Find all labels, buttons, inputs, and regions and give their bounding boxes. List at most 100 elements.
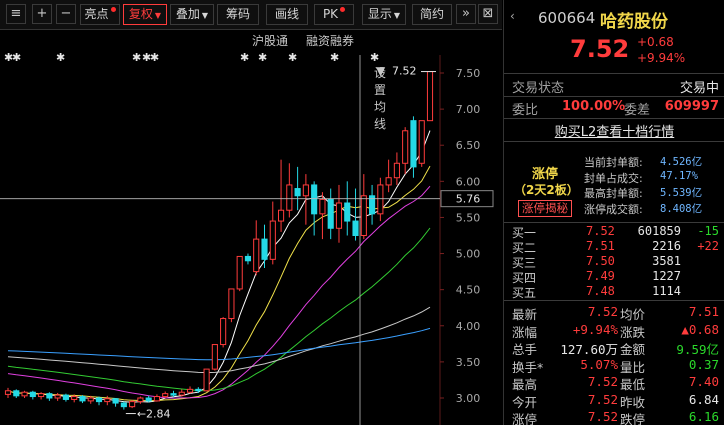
event-marker: ✱ [150, 51, 159, 64]
chart-toolbar: ≡ + − 亮点 复权 ▼ 叠加 ▼ 筹码 画线 PK 显示 ▼ 简约 » ⊠ [0, 0, 502, 30]
wei-bi-value: 100.00% [562, 99, 626, 114]
seal-stat-value: 8.408亿 [660, 202, 703, 215]
candle-body [112, 398, 119, 404]
menu-icon[interactable]: ≡ [6, 4, 26, 24]
zoom-in-icon[interactable]: + [32, 4, 52, 24]
book-price: 7.48 [586, 284, 615, 298]
highlights-label: 亮点 [84, 7, 109, 21]
candle-body [13, 390, 20, 397]
stat-value: 7.52 [587, 409, 618, 424]
candle-body [129, 401, 136, 408]
trade-status-value: 交易中 [679, 81, 719, 96]
stat-label: 今开 [512, 394, 538, 410]
stat-label: 跌停 [620, 412, 646, 425]
zoom-out-icon[interactable]: − [56, 4, 76, 24]
ma60-line [7, 306, 431, 374]
window-icon[interactable]: ⊠ [478, 4, 498, 24]
more-icon[interactable]: » [456, 4, 476, 24]
low-label: ←2.84 [137, 408, 171, 421]
last-price: 7.52 [570, 35, 630, 63]
new-dot-icon [340, 7, 346, 12]
candle-body [385, 177, 392, 186]
candle-body [402, 130, 409, 164]
stat-value: 7.51 [688, 304, 719, 319]
draw-line-button[interactable]: 画线 [266, 4, 308, 25]
moving-average-lines [7, 130, 431, 403]
event-marker: ✱ [288, 51, 297, 64]
order-book-row[interactable]: 买四 7.49 1227 [504, 269, 724, 285]
stat-value: 6.84 [688, 391, 719, 407]
book-volume: 601859 [637, 224, 681, 238]
trade-status-label: 交易状态 [512, 81, 565, 96]
overlay-button[interactable]: 叠加 ▼ [170, 4, 214, 25]
wei-cha-label: 委差 [624, 103, 651, 118]
book-price: 7.51 [586, 239, 615, 253]
wei-bi-row: 委比 100.00% 委差 609997 [504, 99, 724, 118]
quote-header: ‹ 600664 哈药股份 [504, 6, 724, 32]
candle-body [319, 198, 326, 215]
quote-stat-row: 最高 7.52 最低 7.40 [504, 374, 724, 392]
highlights-button[interactable]: 亮点 [80, 4, 120, 25]
y-tick-label: 7.50 [456, 67, 481, 80]
event-marker: ✱ [12, 51, 21, 64]
stat-value: +9.94% [572, 321, 618, 337]
book-volume: 1114 [652, 284, 681, 298]
high-label: 7.52 [392, 65, 417, 78]
ma30-line [7, 227, 431, 392]
wei-cha-value: 609997 [664, 99, 719, 114]
candle-body [145, 397, 152, 402]
candle-body [228, 288, 235, 320]
book-level-label: 买五 [512, 286, 537, 300]
order-book-row[interactable]: 买三 7.50 3581 [504, 254, 724, 270]
candle-body [244, 255, 252, 262]
y-tick-label: 4.50 [456, 284, 481, 297]
display-button[interactable]: 显示 ▼ [362, 4, 406, 25]
crosshair-price-label: 5.76 [456, 193, 481, 206]
price-block: 7.52 +0.68 +9.94% [504, 35, 724, 69]
adjust-label: 复权 [128, 7, 153, 21]
book-change: +22 [697, 239, 719, 253]
candle-body [95, 397, 103, 403]
chips-button[interactable]: 筹码 [217, 4, 259, 25]
caret-down-icon: ▼ [154, 11, 162, 20]
adjust-button[interactable]: 复权 ▼ [123, 4, 167, 25]
candle-body [418, 120, 425, 164]
stock-name: 哈药股份 [600, 12, 668, 32]
candle-body [220, 318, 227, 346]
overlay-label: 叠加 [175, 7, 200, 21]
stat-value: 9.59亿 [676, 342, 719, 357]
candle-body [261, 238, 268, 260]
order-book-row[interactable]: 买五 7.48 1114 [504, 284, 724, 300]
kline-chart[interactable]: 7.52←2.84✱✱ ✱ ✱ ✱✱ ✱ ✱ ✱ ✱ ✱ 7.507.006.506.005.5… [0, 30, 502, 425]
candle-body [377, 184, 384, 215]
candle-body [360, 195, 367, 236]
y-tick-label: 5.50 [456, 211, 481, 224]
candle-body [269, 220, 276, 260]
simple-button[interactable]: 简约 [412, 4, 452, 25]
stat-label: 均价 [620, 307, 646, 322]
candle-body [393, 162, 400, 179]
y-tick-label: 7.00 [456, 103, 481, 116]
book-volume: 1227 [652, 269, 681, 283]
candle-body [211, 344, 218, 370]
quote-stat-row: 涨停 7.52 跌停 6.16 [504, 409, 724, 425]
book-price: 7.52 [586, 224, 615, 238]
candle-body [335, 202, 343, 229]
buy-l2-link[interactable]: 购买L2查看十档行情 [555, 125, 675, 140]
crosshair: 5.76 [0, 55, 494, 425]
stock-code: 600664 [538, 9, 596, 27]
candle-body [286, 184, 293, 211]
event-marker: ✱ [132, 51, 141, 64]
chevron-left-icon[interactable]: ‹ [510, 9, 515, 23]
stat-label: 涨幅 [512, 324, 538, 340]
stat-value: 0.37 [688, 356, 719, 372]
candle-body [71, 396, 78, 400]
order-book-row[interactable]: 买一 7.52 601859 -15 [504, 224, 724, 240]
order-book-row[interactable]: 买二 7.51 2216 +22 [504, 239, 724, 255]
buy-l2-row: 购买L2查看十档行情 [504, 121, 724, 140]
limit-reveal-button[interactable]: 涨停揭秘 [518, 200, 572, 217]
event-marker: ✱ [258, 51, 267, 64]
pk-button[interactable]: PK [314, 4, 354, 25]
candle-body [87, 397, 94, 402]
candle-body [54, 394, 61, 399]
